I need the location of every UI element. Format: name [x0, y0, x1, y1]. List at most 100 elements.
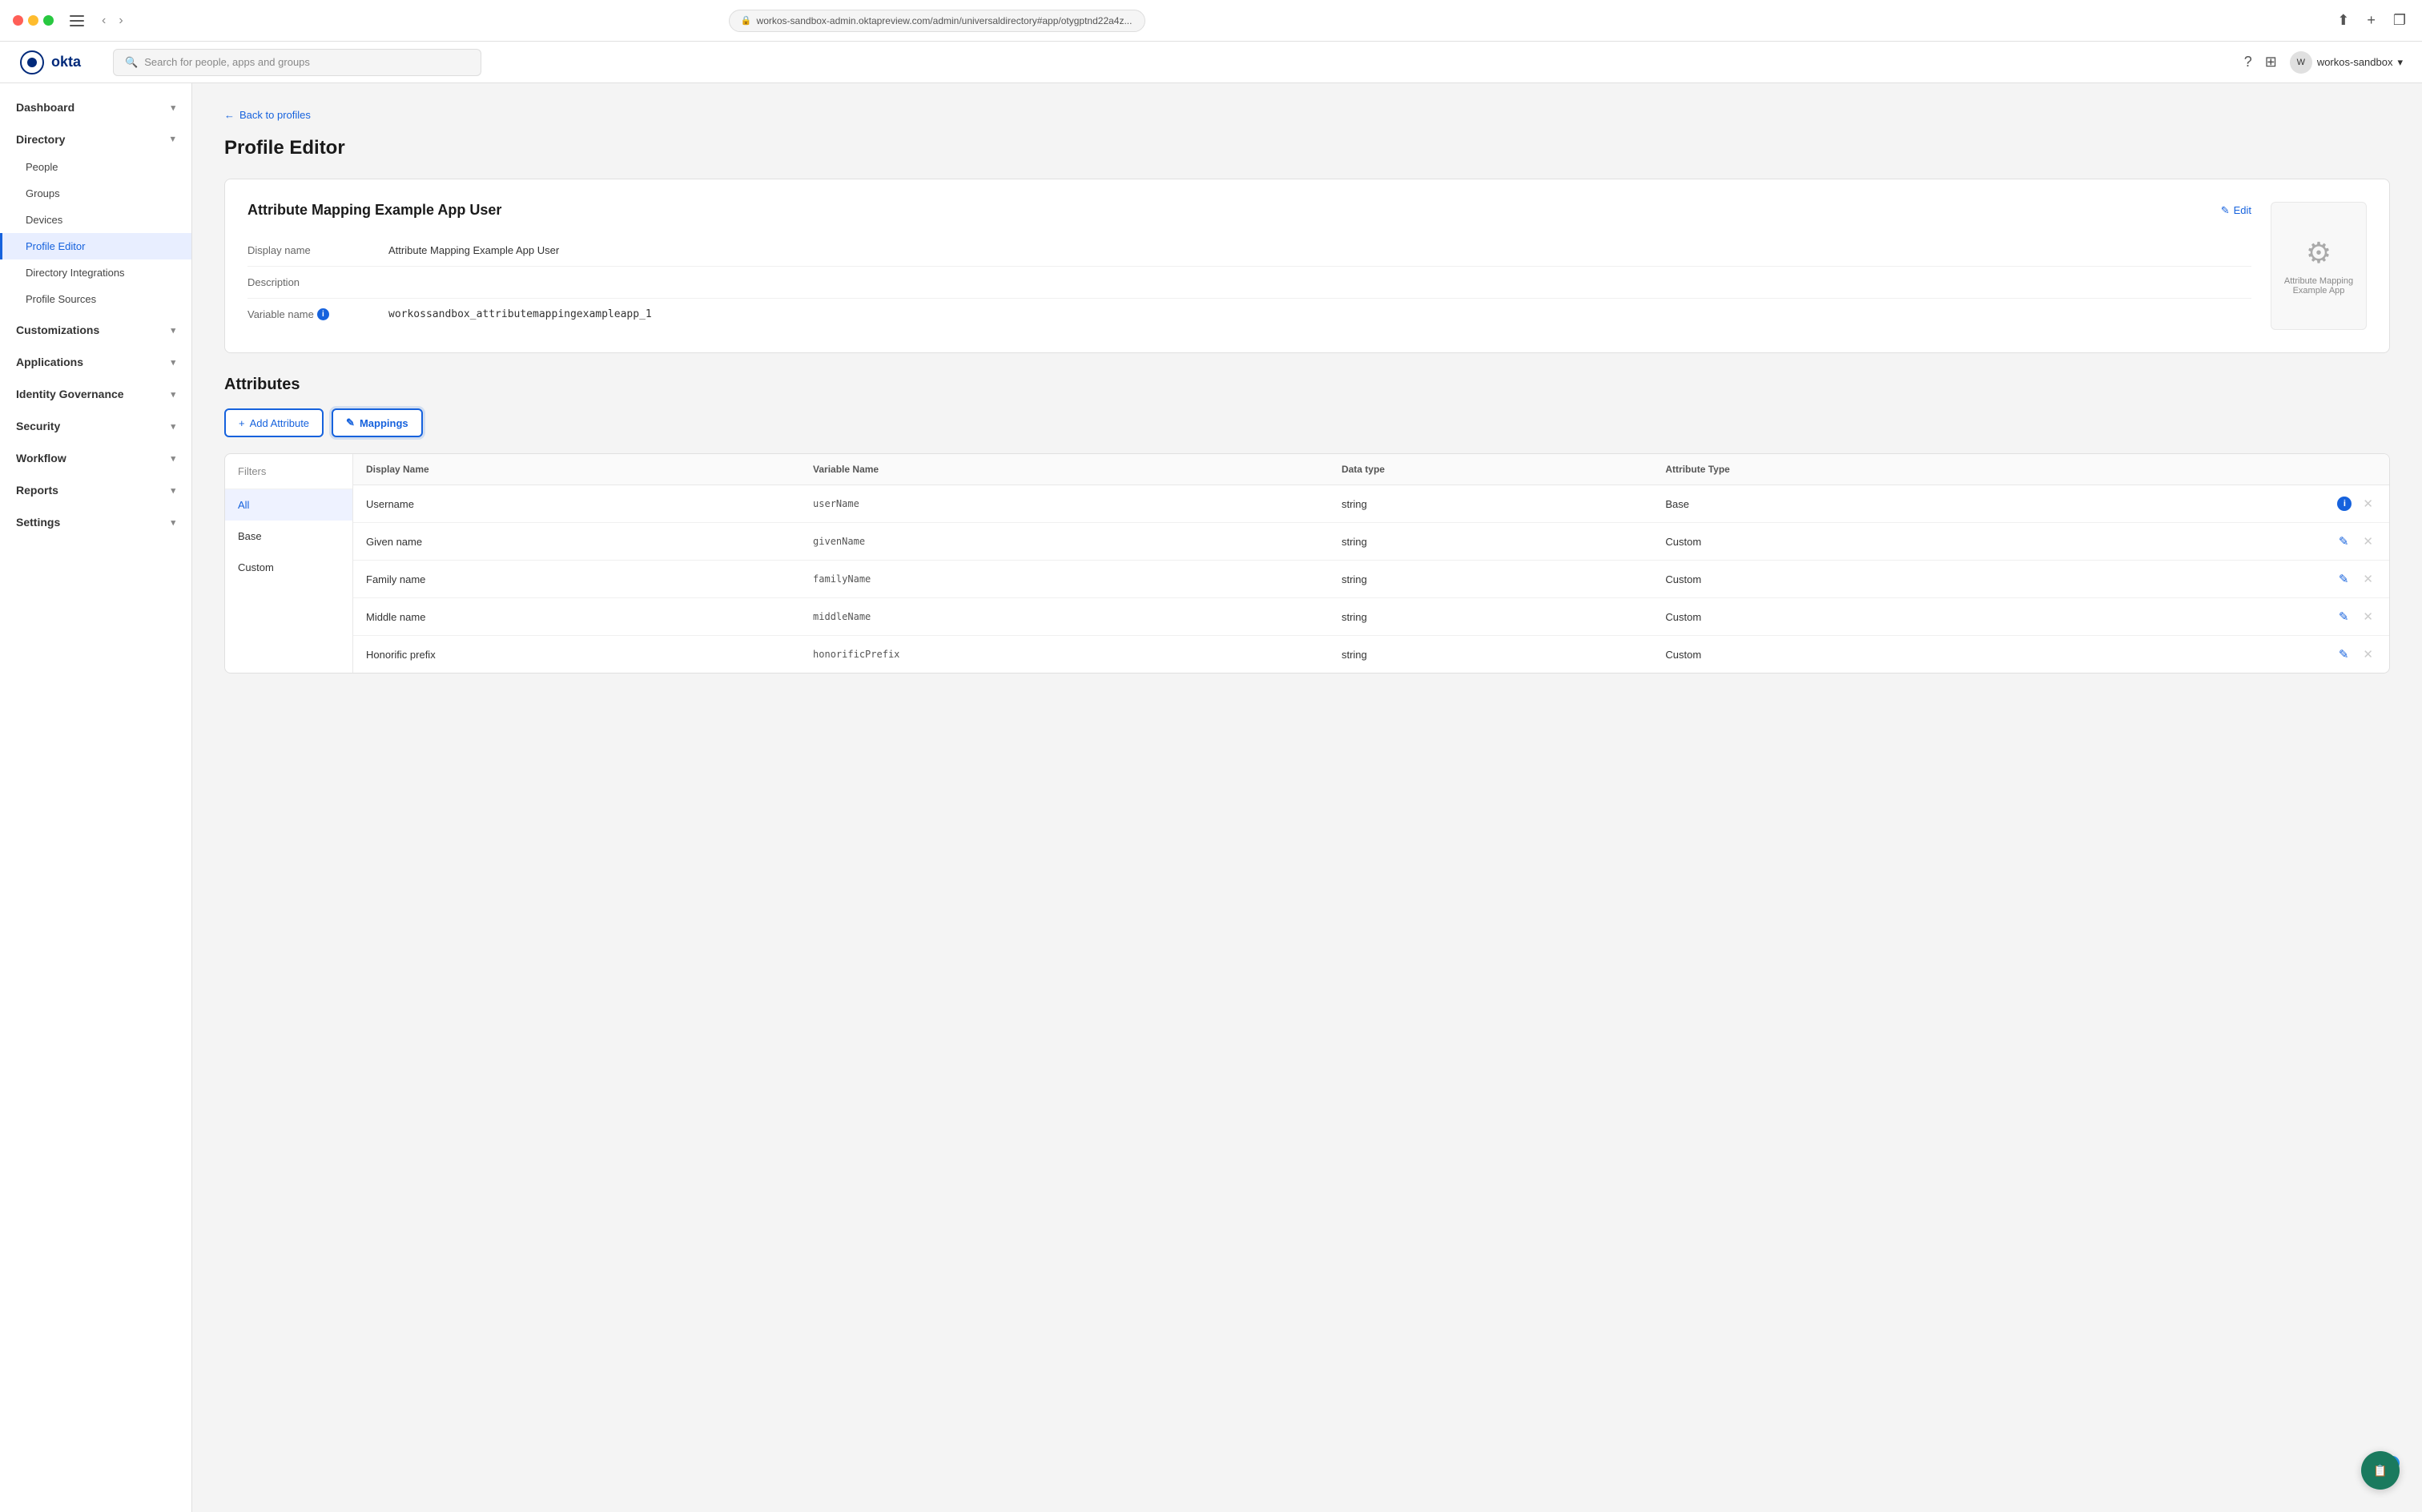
back-arrow[interactable]: ‹	[97, 12, 111, 30]
sidebar-section-customizations: Customizations ▾	[0, 316, 191, 344]
sidebar-item-workflow[interactable]: Workflow ▾	[0, 444, 191, 472]
attributes-table-area: Display Name Variable Name Data type Att…	[353, 454, 2389, 673]
sidebar-item-reports[interactable]: Reports ▾	[0, 476, 191, 505]
row-info-icon[interactable]: i	[2337, 497, 2352, 511]
sidebar-item-settings[interactable]: Settings ▾	[0, 508, 191, 537]
sidebar-item-devices[interactable]: Devices	[0, 207, 191, 233]
col-variable-name: Variable Name	[800, 454, 1329, 485]
back-to-profiles-link[interactable]: ← Back to profiles	[224, 109, 2390, 121]
user-menu[interactable]: W workos-sandbox ▾	[2290, 51, 2403, 74]
sidebar-item-customizations[interactable]: Customizations ▾	[0, 316, 191, 344]
sidebar-section-workflow: Workflow ▾	[0, 444, 191, 472]
row-edit-button[interactable]: ✎	[2336, 608, 2352, 625]
sidebar-item-profile-editor[interactable]: Profile Editor	[0, 233, 191, 259]
table-row: Given name givenName string Custom ✎ ✕	[353, 523, 2389, 561]
edit-profile-button[interactable]: ✎ Edit	[2221, 204, 2251, 217]
sidebar-item-profile-sources[interactable]: Profile Sources	[0, 286, 191, 312]
cell-data-type: string	[1329, 636, 1652, 674]
share-button[interactable]: ⬆	[2334, 9, 2352, 32]
field-value-variable-name: workossandbox_attributemappingexampleapp…	[388, 308, 652, 320]
row-delete-button[interactable]: ✕	[2360, 608, 2376, 625]
filter-panel: Filters All Base Custom	[225, 454, 353, 673]
row-edit-button[interactable]: ✎	[2336, 533, 2352, 550]
row-actions: ✎ ✕	[2089, 533, 2376, 550]
profile-field-variable-name: Variable name i workossandbox_attributem…	[247, 299, 2251, 330]
nav-arrows: ‹ ›	[97, 12, 128, 30]
okta-nav-right: ? ⊞ W workos-sandbox ▾	[2244, 51, 2403, 74]
sidebar-toggle[interactable]	[70, 15, 84, 26]
app-gear-icon: ⚙	[2306, 236, 2331, 270]
row-edit-button[interactable]: ✎	[2336, 570, 2352, 588]
field-label-description: Description	[247, 276, 376, 288]
sidebar-item-groups[interactable]: Groups	[0, 180, 191, 207]
cell-display-name: Honorific prefix	[353, 636, 800, 674]
profile-card-title: Attribute Mapping Example App User	[247, 202, 501, 219]
sidebar-section-settings: Settings ▾	[0, 508, 191, 537]
mappings-button[interactable]: ✎ Mappings	[332, 408, 423, 437]
okta-search-bar[interactable]: 🔍 Search for people, apps and groups	[113, 49, 481, 76]
maximize-button[interactable]	[43, 15, 54, 26]
add-attribute-button[interactable]: + Add Attribute	[224, 408, 324, 437]
sidebar-section-label: Reports	[16, 484, 58, 497]
table-row: Username userName string Base i ✕	[353, 485, 2389, 523]
cell-data-type: string	[1329, 561, 1652, 598]
mappings-label: Mappings	[360, 417, 408, 429]
row-delete-button[interactable]: ✕	[2360, 645, 2376, 663]
minimize-button[interactable]	[28, 15, 38, 26]
sidebar-section-security: Security ▾	[0, 412, 191, 440]
window-controls	[13, 15, 54, 26]
cell-variable-name: givenName	[800, 523, 1329, 561]
sidebar-item-applications[interactable]: Applications ▾	[0, 348, 191, 376]
cell-display-name: Middle name	[353, 598, 800, 636]
chevron-down-icon: ▾	[171, 517, 175, 528]
url-text: workos-sandbox-admin.oktapreview.com/adm…	[757, 15, 1133, 26]
col-data-type: Data type	[1329, 454, 1652, 485]
add-attribute-label: Add Attribute	[250, 417, 309, 429]
chevron-down-icon: ▾	[171, 103, 175, 113]
close-button[interactable]	[13, 15, 23, 26]
col-attribute-type: Attribute Type	[1652, 454, 2076, 485]
sidebar-section-identity-governance: Identity Governance ▾	[0, 380, 191, 408]
sidebar-item-people[interactable]: People	[0, 154, 191, 180]
browser-topbar: ‹ › 🔒 workos-sandbox-admin.oktapreview.c…	[0, 0, 2422, 42]
chevron-up-icon: ▴	[171, 135, 175, 145]
filter-item-all[interactable]: All	[225, 489, 352, 521]
cell-data-type: string	[1329, 523, 1652, 561]
row-actions: ✎ ✕	[2089, 645, 2376, 663]
cell-actions: ✎ ✕	[2076, 523, 2389, 561]
chevron-down-icon: ▾	[171, 325, 175, 336]
variable-name-info-icon[interactable]: i	[317, 308, 329, 320]
sidebar-section-label: Customizations	[16, 324, 99, 336]
cell-variable-name: honorificPrefix	[800, 636, 1329, 674]
copy-button[interactable]: ❐	[2390, 9, 2409, 32]
row-delete-button[interactable]: ✕	[2360, 570, 2376, 588]
sidebar-item-security[interactable]: Security ▾	[0, 412, 191, 440]
forward-arrow[interactable]: ›	[114, 12, 127, 30]
okta-logo: okta	[19, 50, 81, 75]
row-delete-button[interactable]: ✕	[2360, 533, 2376, 550]
chevron-down-icon: ▾	[171, 389, 175, 400]
sidebar-item-directory-integrations[interactable]: Directory Integrations	[0, 259, 191, 286]
filter-item-custom[interactable]: Custom	[225, 552, 352, 583]
sidebar-item-dashboard[interactable]: Dashboard ▾	[0, 93, 191, 122]
float-action-button[interactable]: 📋	[2361, 1451, 2400, 1490]
sidebar-section-label: Identity Governance	[16, 388, 124, 400]
search-icon: 🔍	[125, 56, 138, 69]
cell-actions: ✎ ✕	[2076, 636, 2389, 674]
row-edit-button[interactable]: ✎	[2336, 645, 2352, 663]
add-tab-button[interactable]: +	[2364, 9, 2379, 32]
profile-card-header: Attribute Mapping Example App User ✎ Edi…	[247, 202, 2251, 219]
sidebar-item-directory[interactable]: Directory ▴	[0, 125, 191, 154]
sidebar-item-identity-governance[interactable]: Identity Governance ▾	[0, 380, 191, 408]
filter-item-base[interactable]: Base	[225, 521, 352, 552]
okta-navbar: okta 🔍 Search for people, apps and group…	[0, 42, 2422, 83]
apps-grid-icon[interactable]: ⊞	[2265, 54, 2277, 70]
avatar: W	[2290, 51, 2312, 74]
url-bar[interactable]: 🔒 workos-sandbox-admin.oktapreview.com/a…	[729, 10, 1145, 32]
edit-label: Edit	[2234, 204, 2251, 216]
plus-icon: +	[239, 417, 245, 429]
page-title: Profile Editor	[224, 137, 2390, 159]
help-icon[interactable]: ?	[2244, 54, 2252, 70]
row-delete-button[interactable]: ✕	[2360, 495, 2376, 513]
sidebar-section-label: Settings	[16, 516, 60, 529]
